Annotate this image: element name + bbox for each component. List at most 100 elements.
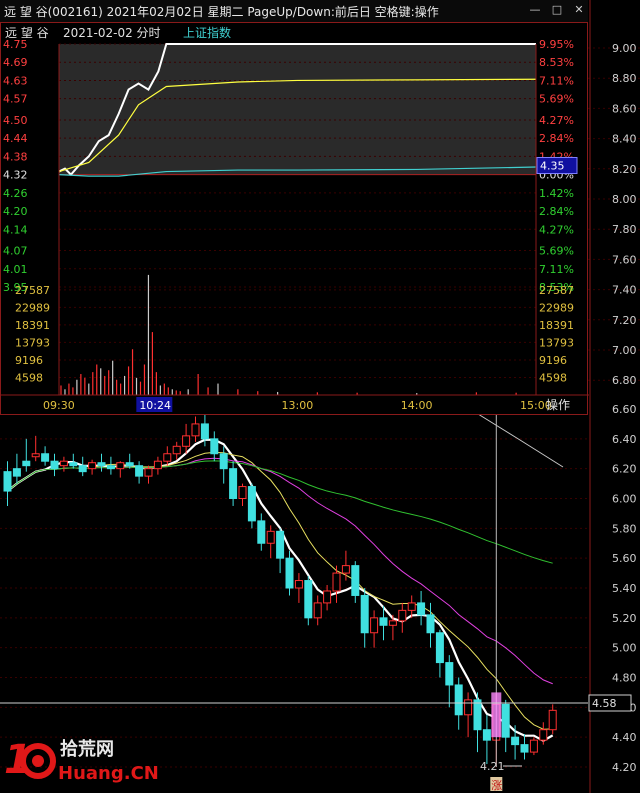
candle	[464, 699, 473, 716]
y-pct-label: 1.42%	[539, 187, 574, 200]
y-tick-label: 4.63	[3, 74, 28, 87]
candle	[426, 614, 435, 634]
vol-tick-label-right: 27587	[539, 284, 574, 297]
candle	[247, 486, 256, 522]
y-tick-label: 6.00	[612, 493, 637, 506]
current-price-label: 4.58	[592, 697, 617, 710]
candle	[50, 460, 59, 470]
y-tick-label: 5.80	[612, 522, 637, 535]
vol-tick-label-right: 13793	[539, 336, 574, 349]
candle	[454, 684, 463, 716]
candle	[125, 462, 134, 467]
vol-tick-label-right: 4598	[539, 371, 567, 384]
candle	[97, 462, 106, 467]
y-tick-label: 8.00	[612, 193, 637, 206]
candle	[163, 453, 172, 462]
vol-tick-label-right: 9196	[539, 354, 567, 367]
y-tick-label: 4.44	[3, 132, 28, 145]
candle	[172, 445, 181, 455]
y-tick-label: 9.00	[612, 42, 637, 55]
y-tick-label: 7.00	[612, 344, 637, 357]
y-pct-label: 7.11%	[539, 263, 574, 276]
candle	[69, 462, 78, 467]
candle	[370, 617, 379, 634]
candle	[417, 602, 426, 616]
vol-tick-label: 13793	[15, 336, 50, 349]
y-pct-label: 7.11%	[539, 74, 574, 87]
y-tick-label: 6.20	[612, 463, 637, 476]
candle	[445, 662, 454, 686]
y-tick-label: 5.20	[612, 612, 637, 625]
selected-candle-highlight	[491, 692, 502, 738]
vol-tick-label: 9196	[15, 354, 43, 367]
candle	[276, 530, 285, 559]
candle	[285, 557, 294, 589]
candle	[266, 530, 275, 544]
y-tick-label: 4.20	[612, 761, 637, 774]
candle	[341, 565, 350, 574]
y-tick-label: 7.40	[612, 284, 637, 297]
intraday-popup[interactable]: 远 望 谷 2021-02-02 分时 上证指数 4.75 9.95% 4.69 8.53%…	[0, 22, 589, 416]
y-tick-label: 8.60	[612, 102, 637, 115]
y-tick-label: 7.20	[612, 314, 637, 327]
candle	[482, 729, 491, 741]
candle	[294, 580, 303, 589]
candle	[313, 602, 322, 619]
y-tick-label: 6.80	[612, 374, 637, 387]
x-tick-label: 13:00	[282, 399, 314, 412]
candle	[435, 632, 444, 664]
y-tick-label: 6.40	[612, 433, 637, 446]
candle	[379, 617, 388, 626]
y-tick-label: 6.60	[612, 403, 637, 416]
vol-tick-label-right: 18391	[539, 319, 574, 332]
x-tick-label: 09:30	[43, 399, 75, 412]
y-pct-label: 5.69%	[539, 245, 574, 258]
candle	[144, 468, 153, 477]
y-tick-label: 8.80	[612, 72, 637, 85]
price-marker-label: 4.35	[540, 160, 565, 173]
popup-date: 2021-02-02 分时	[63, 26, 161, 40]
operate-button[interactable]: 操作	[546, 397, 570, 412]
candle	[388, 620, 397, 626]
candle	[351, 565, 360, 596]
y-tick-label: 4.01	[3, 263, 28, 276]
candle	[106, 465, 115, 470]
candle	[539, 729, 548, 741]
candle	[473, 699, 482, 731]
y-pct-label: 4.27%	[539, 223, 574, 236]
candle	[219, 453, 228, 470]
vol-tick-label: 27587	[15, 284, 50, 297]
candle	[41, 453, 50, 462]
candle	[520, 744, 529, 753]
candle	[360, 594, 369, 634]
huang-cn-logo: 1 拾荒网 Huang.CN	[4, 737, 159, 784]
candle	[182, 435, 191, 447]
svg-text:拾荒网: 拾荒网	[60, 738, 114, 760]
y-tick-label: 4.57	[3, 93, 28, 106]
y-tick-label: 4.14	[3, 223, 28, 236]
y-tick-label: 4.20	[3, 205, 28, 218]
candle	[200, 423, 209, 440]
candle	[210, 438, 219, 455]
intraday-chart[interactable]: 远 望 谷 2021-02-02 分时 上证指数4.75 9.95%4.69 8.53%…	[1, 23, 589, 416]
candle	[135, 465, 144, 477]
price-band	[59, 44, 536, 175]
ma5-line	[6, 438, 554, 743]
y-tick-label: 4.07	[3, 245, 28, 258]
popup-index-name: 上证指数	[183, 25, 231, 40]
candle	[511, 736, 520, 746]
y-tick-label: 4.50	[3, 114, 28, 127]
candle	[229, 468, 238, 499]
y-pct-label: 9.95%	[539, 38, 574, 51]
y-tick-label: 4.38	[3, 150, 28, 163]
vol-tick-label: 18391	[15, 319, 50, 332]
candle	[59, 460, 68, 467]
y-tick-label: 4.26	[3, 187, 28, 200]
candle	[22, 460, 31, 467]
low-price-label: 4.21	[480, 760, 505, 773]
x-tick-label: 10:24	[139, 399, 171, 412]
y-tick-label: 5.00	[612, 642, 637, 655]
y-tick-label: 4.69	[3, 56, 28, 69]
y-pct-label: 4.27%	[539, 114, 574, 127]
y-tick-label: 4.75	[3, 38, 28, 51]
